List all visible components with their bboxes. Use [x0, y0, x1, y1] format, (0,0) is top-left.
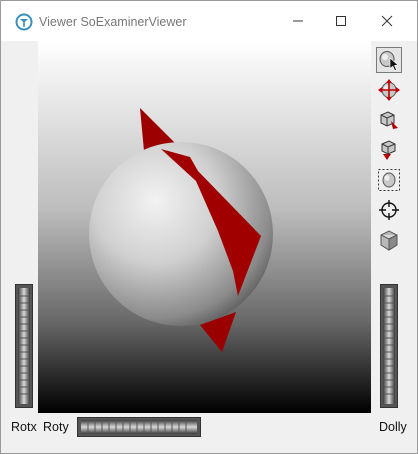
window-title: Viewer SoExaminerViewer — [39, 15, 187, 29]
set-home-button[interactable] — [376, 137, 402, 163]
dolly-wheel[interactable] — [380, 284, 398, 408]
maximize-icon — [336, 16, 346, 26]
scene-render — [89, 108, 273, 352]
home-button[interactable] — [376, 107, 402, 133]
app-icon — [15, 13, 33, 31]
maximize-button[interactable] — [326, 9, 356, 33]
seek-button[interactable] — [376, 197, 402, 223]
roty-label: Roty — [43, 420, 69, 434]
viewer-window: Viewer SoExaminerViewer Rotx Roty Dolly — [0, 0, 418, 454]
view-move-icon — [378, 79, 400, 101]
3d-viewport[interactable] — [38, 41, 371, 413]
rotx-wheel[interactable] — [15, 284, 33, 408]
seek-icon — [379, 200, 399, 220]
minimize-icon — [293, 20, 303, 22]
projection-button[interactable] — [376, 227, 402, 253]
title-bar: Viewer SoExaminerViewer — [1, 1, 417, 41]
view-all-icon — [378, 169, 400, 191]
view-mode-button[interactable] — [376, 77, 402, 103]
dolly-label: Dolly — [379, 420, 407, 434]
pick-mode-button[interactable] — [376, 47, 402, 73]
rotx-label: Rotx — [11, 420, 37, 434]
close-icon — [381, 15, 393, 27]
view-all-button[interactable] — [376, 167, 402, 193]
minimize-button[interactable] — [283, 9, 313, 33]
roty-wheel[interactable] — [77, 417, 201, 437]
projection-cube-icon — [380, 230, 398, 251]
set-home-icon — [381, 140, 396, 160]
pick-arrow-icon — [379, 51, 399, 71]
home-icon — [380, 111, 398, 129]
close-button[interactable] — [372, 9, 402, 33]
